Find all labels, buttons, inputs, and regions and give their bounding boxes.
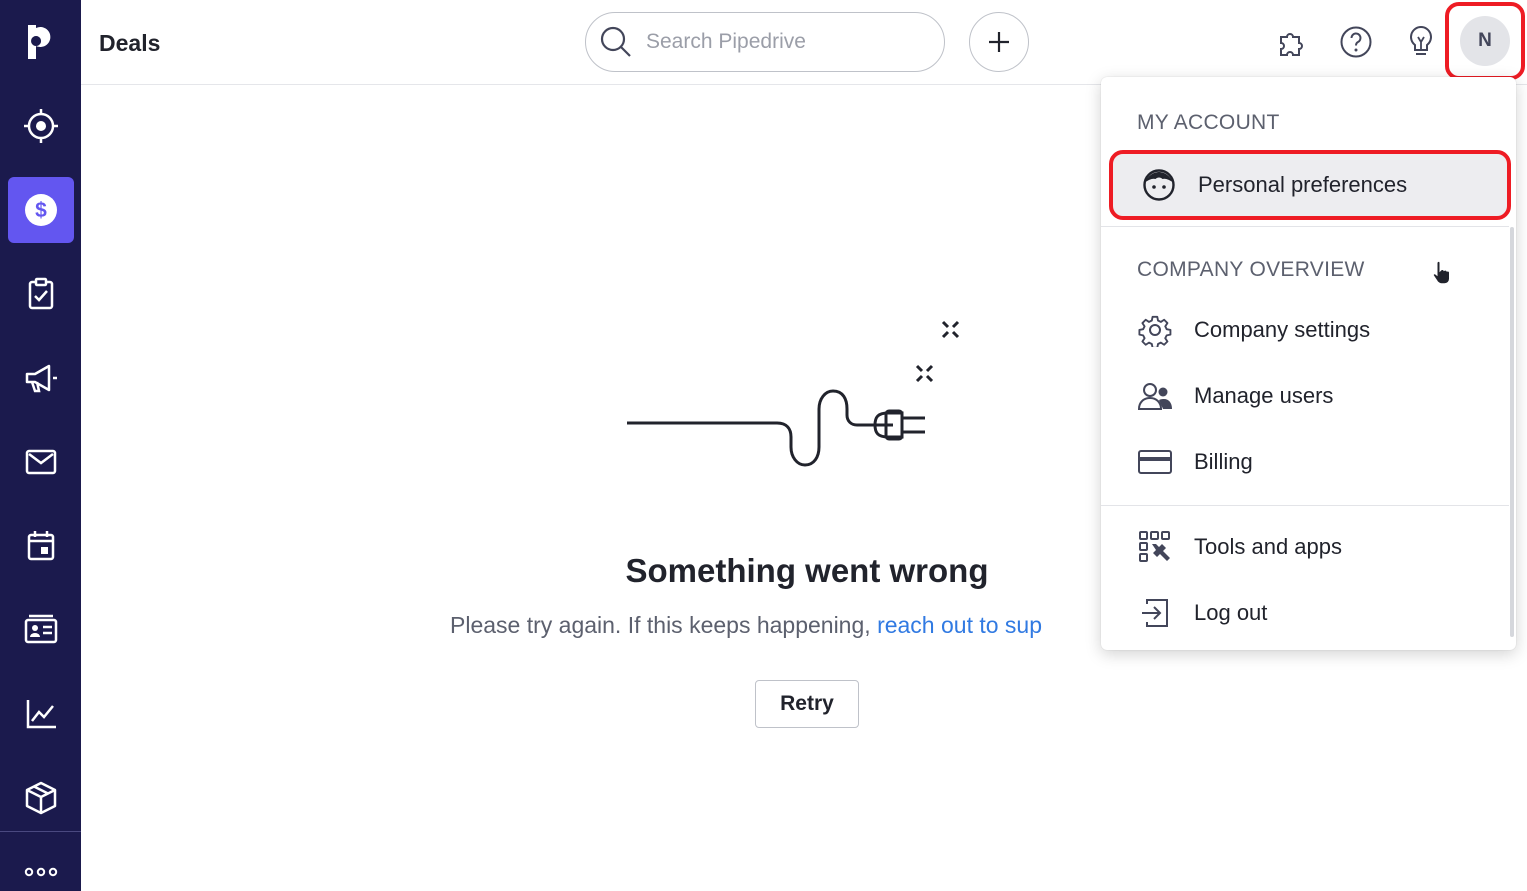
marketplace-button[interactable] bbox=[1272, 22, 1312, 62]
sidebar-item-products[interactable] bbox=[8, 765, 74, 831]
menu-item-tools-and-apps[interactable]: Tools and apps bbox=[1101, 517, 1509, 577]
sidebar: $ bbox=[0, 0, 81, 891]
pipedrive-logo-icon bbox=[27, 25, 50, 59]
face-icon bbox=[1143, 169, 1175, 201]
plus-icon bbox=[989, 32, 1009, 52]
ideas-button[interactable] bbox=[1401, 22, 1441, 62]
calendar-icon bbox=[27, 531, 54, 561]
chart-icon bbox=[26, 700, 56, 729]
logout-icon bbox=[1142, 599, 1168, 627]
sidebar-item-activities[interactable] bbox=[8, 513, 74, 579]
error-title: Something went wrong bbox=[625, 552, 989, 589]
search-icon bbox=[600, 26, 631, 57]
puzzle-icon bbox=[1280, 33, 1303, 56]
sidebar-item-campaigns[interactable] bbox=[8, 345, 74, 411]
gear-icon bbox=[1138, 315, 1172, 347]
unplugged-cable-icon bbox=[627, 320, 960, 467]
contact-card-icon bbox=[24, 614, 57, 644]
menu-item-manage-users[interactable]: Manage users bbox=[1101, 366, 1509, 426]
sidebar-item-leads[interactable] bbox=[8, 93, 74, 159]
menu-item-label: Log out bbox=[1194, 600, 1268, 625]
target-icon bbox=[23, 109, 58, 143]
top-bar: Deals N bbox=[81, 0, 1527, 85]
support-link[interactable]: reach out to sup bbox=[877, 612, 1042, 638]
credit-card-icon bbox=[1138, 450, 1172, 474]
menu-item-label: Billing bbox=[1194, 449, 1253, 474]
account-dropdown: MY ACCOUNT Personal preferences COMPANY … bbox=[1101, 77, 1516, 650]
sidebar-item-contacts[interactable] bbox=[8, 597, 74, 663]
sidebar-item-insights[interactable] bbox=[8, 681, 74, 747]
svg-text:$: $ bbox=[35, 199, 47, 222]
dropdown-scrollbar[interactable] bbox=[1510, 227, 1514, 637]
sidebar-more-button[interactable] bbox=[0, 852, 81, 891]
menu-item-billing[interactable]: Billing bbox=[1101, 432, 1509, 492]
more-dots-icon bbox=[24, 867, 57, 877]
tools-apps-icon bbox=[1139, 531, 1170, 562]
menu-item-label: Personal preferences bbox=[1198, 172, 1408, 197]
sidebar-item-projects[interactable] bbox=[8, 261, 74, 327]
add-button[interactable] bbox=[969, 12, 1029, 72]
box-icon bbox=[25, 781, 56, 815]
search-box[interactable] bbox=[585, 12, 945, 72]
help-button[interactable] bbox=[1336, 22, 1376, 62]
menu-divider bbox=[1101, 226, 1509, 227]
help-icon bbox=[1340, 26, 1372, 58]
pipedrive-logo[interactable] bbox=[0, 0, 81, 84]
menu-divider bbox=[1101, 505, 1509, 506]
avatar-highlight: N bbox=[1445, 2, 1525, 80]
search-input[interactable] bbox=[646, 30, 926, 54]
dollar-icon: $ bbox=[24, 194, 57, 226]
error-description-text: Please try again. If this keeps happenin… bbox=[450, 612, 878, 638]
section-my-account: MY ACCOUNT bbox=[1137, 111, 1280, 134]
menu-item-label: Tools and apps bbox=[1194, 534, 1342, 559]
sidebar-divider bbox=[0, 831, 81, 832]
lightbulb-icon bbox=[1410, 25, 1432, 55]
page-title: Deals bbox=[99, 30, 161, 56]
section-company-overview: COMPANY OVERVIEW bbox=[1137, 258, 1365, 281]
megaphone-icon bbox=[25, 364, 57, 393]
clipboard-check-icon bbox=[28, 277, 53, 310]
menu-item-log-out[interactable]: Log out bbox=[1101, 583, 1509, 643]
menu-item-personal-preferences[interactable]: Personal preferences bbox=[1109, 150, 1511, 285]
avatar[interactable]: N bbox=[1460, 16, 1510, 66]
mail-icon bbox=[25, 449, 56, 475]
sidebar-item-deals[interactable]: $ bbox=[7, 177, 74, 243]
users-icon bbox=[1137, 383, 1172, 410]
retry-button[interactable]: Retry bbox=[755, 680, 859, 728]
error-description: Please try again. If this keeps happenin… bbox=[450, 612, 1100, 639]
menu-item-company-settings[interactable]: Company settings bbox=[1101, 300, 1509, 360]
sidebar-item-mail[interactable] bbox=[8, 429, 74, 495]
menu-item-label: Manage users bbox=[1194, 383, 1334, 408]
hand-cursor-icon bbox=[1432, 260, 1450, 285]
menu-item-label: Company settings bbox=[1194, 317, 1371, 342]
